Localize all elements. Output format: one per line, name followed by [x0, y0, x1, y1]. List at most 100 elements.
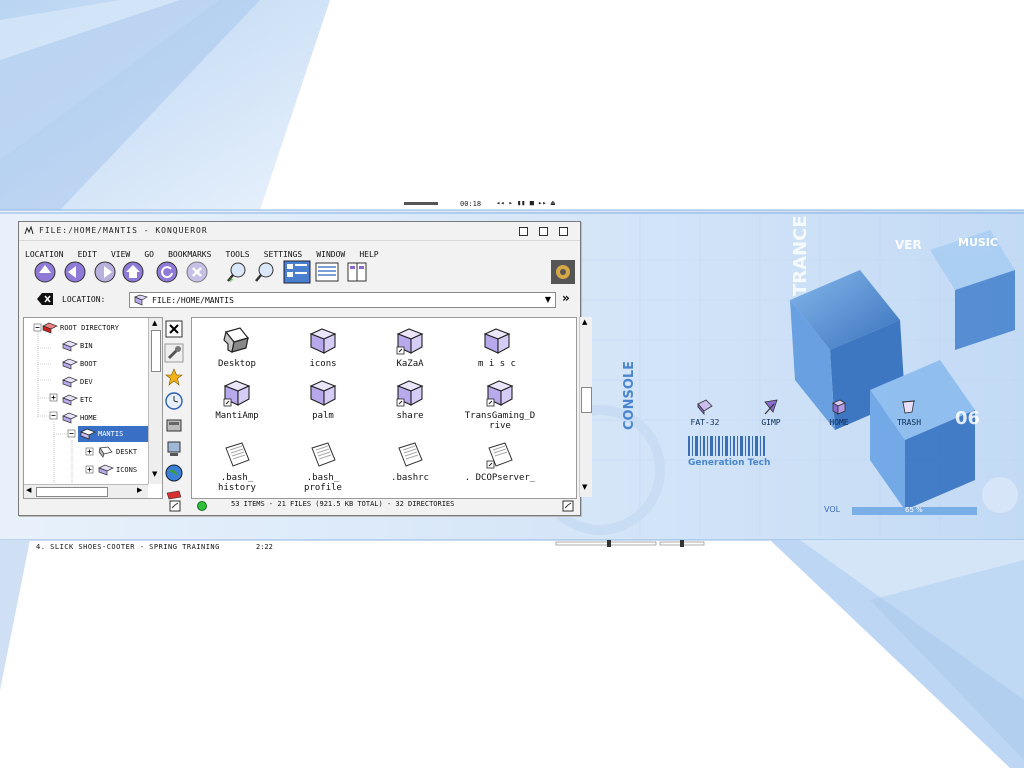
detail-view-icon[interactable]	[315, 260, 343, 284]
text-file-icon	[311, 442, 336, 467]
file-item-label: icons	[309, 359, 337, 369]
wrench-icon[interactable]	[164, 343, 184, 363]
folder-link-icon	[223, 380, 251, 407]
tree-lines	[33, 323, 94, 498]
bookmarks-star-icon[interactable]	[164, 367, 184, 387]
volume-value: 65 %	[905, 506, 923, 514]
folder-icon	[98, 464, 114, 476]
wallpaper-word-trance: TRANCE	[790, 215, 811, 296]
desktop-icon-trash[interactable]: TRASH	[871, 398, 947, 427]
folder-open-icon	[80, 428, 96, 440]
tree-horizontal-scrollbar[interactable]: ◀ ▶	[24, 484, 148, 498]
icon-view-icon[interactable]	[283, 260, 311, 284]
folder-icon	[134, 294, 148, 306]
devices-icon[interactable]	[164, 415, 184, 435]
drive-icon	[697, 399, 713, 416]
globe-icon[interactable]	[164, 463, 184, 483]
network-icon[interactable]	[164, 439, 184, 459]
resize-grip-icon[interactable]	[562, 500, 574, 512]
file-item-transgaming[interactable]: TransGaming_Drive	[454, 378, 546, 431]
window-titlebar[interactable]: FILE:/HOME/MANTIS - KONQUEROR	[19, 222, 580, 241]
scroll-left-arrow[interactable]: ◀	[26, 486, 31, 494]
text-file-icon	[398, 442, 423, 467]
file-item-misc[interactable]: m i s c	[454, 326, 540, 369]
file-item-label: KaZaA	[396, 359, 424, 369]
zoom-out-icon[interactable]	[253, 260, 277, 284]
scroll-thumb[interactable]	[36, 487, 108, 497]
wallpaper-word-ver: VER	[895, 238, 922, 252]
scroll-right-arrow[interactable]: ▶	[137, 486, 142, 494]
menubar: LOCATION EDIT VIEW GO BOOKMARKS TOOLS SE…	[25, 242, 388, 259]
view-vertical-scrollbar[interactable]: ▲ ▼	[579, 317, 592, 497]
zoom-in-icon[interactable]: +	[225, 260, 249, 284]
status-bar: 53 ITEMS - 21 FILES (921.5 KB TOTAL) - 3…	[19, 498, 580, 514]
scroll-up-arrow[interactable]: ▲	[582, 318, 587, 326]
desktop-icon-label: FAT-32	[690, 418, 720, 427]
directory-tree[interactable]: ROOT DIRECTORY BIN BOOT DEV ETC HOME MAN…	[23, 317, 163, 499]
now-playing-track: 4. SLICK SHOES-COOTER - SPRING TRAINING	[36, 543, 220, 551]
konqueror-window[interactable]: FILE:/HOME/MANTIS - KONQUEROR LOCATION E…	[18, 221, 592, 516]
player-controls[interactable]: ◂◂ ▸ ▮▮ ■ ▸▸ ⏏	[496, 199, 555, 207]
root-folder-icon	[42, 322, 58, 334]
maximize-button[interactable]	[539, 227, 548, 236]
close-button[interactable]	[559, 227, 568, 236]
file-item-label: .bashrc	[391, 473, 429, 483]
folder-link-icon	[486, 380, 514, 407]
scroll-up-arrow[interactable]: ▲	[152, 319, 157, 327]
wallpaper-word-music: MUSIC	[958, 236, 998, 249]
volume-label: VOL	[824, 505, 841, 514]
file-item-mantiamp[interactable]: MantiAmp	[194, 378, 280, 421]
scroll-down-arrow[interactable]: ▼	[152, 470, 157, 478]
file-item-label: . DCOPserver_	[464, 473, 536, 483]
window-menu-icon[interactable]	[24, 226, 34, 235]
history-clock-icon[interactable]	[164, 391, 184, 411]
file-item-share[interactable]: share	[367, 378, 453, 421]
text-file-icon	[225, 442, 250, 467]
forward-icon[interactable]	[93, 260, 117, 284]
home-icon[interactable]	[121, 260, 145, 284]
scroll-thumb[interactable]	[151, 330, 161, 372]
folder-icon	[62, 358, 78, 370]
folder-icon	[62, 340, 78, 352]
file-item-kazaa[interactable]: KaZaA	[367, 326, 453, 369]
file-icon-view[interactable]: Desktop icons KaZaA m i s c MantiAmp pal…	[191, 317, 577, 499]
desktop-icon-home[interactable]: HOME	[801, 398, 877, 427]
desktop-icon-fat32[interactable]: FAT-32	[667, 398, 743, 427]
status-text: 53 ITEMS - 21 FILES (921.5 KB TOTAL) - 3…	[231, 500, 455, 508]
folder-link-icon	[396, 328, 424, 355]
tree-item-label: HOME	[80, 414, 97, 422]
svg-text:+: +	[228, 276, 234, 284]
tree-item-label: MANTIS	[98, 430, 124, 438]
location-input[interactable]: FILE:/HOME/MANTIS ▼	[129, 292, 556, 308]
up-icon[interactable]	[33, 260, 57, 284]
close-sidebar-icon[interactable]	[164, 319, 184, 339]
folder-icon	[483, 328, 511, 354]
tree-item-mantis[interactable]: MANTIS	[78, 426, 148, 442]
file-item-desktop[interactable]: Desktop	[194, 326, 280, 369]
tree-item-label: BIN	[80, 342, 93, 350]
reload-icon[interactable]	[155, 260, 179, 284]
tree-item-label: BOOT	[80, 360, 97, 368]
file-item-dcopserver[interactable]: . DCOPserver_	[454, 440, 546, 483]
location-dropdown-arrow[interactable]: ▼	[545, 295, 551, 304]
file-item-bash-history[interactable]: .bash_ history	[194, 440, 280, 493]
more-toolbar-chevron[interactable]: »	[562, 291, 570, 305]
file-item-label: .bash_ profile	[304, 473, 342, 493]
gear-icon[interactable]	[551, 260, 575, 284]
tree-vertical-scrollbar[interactable]: ▲ ▼	[148, 318, 162, 484]
scroll-thumb[interactable]	[581, 387, 592, 413]
link-view-icon[interactable]	[169, 500, 181, 512]
file-item-bash-profile[interactable]: .bash_ profile	[280, 440, 366, 493]
minimize-button[interactable]	[519, 227, 528, 236]
file-item-icons[interactable]: icons	[280, 326, 366, 369]
clear-location-icon[interactable]	[37, 292, 53, 306]
scroll-down-arrow[interactable]: ▼	[582, 483, 587, 491]
file-item-palm[interactable]: palm	[280, 378, 366, 421]
folder-icon	[309, 328, 337, 354]
back-icon[interactable]	[63, 260, 87, 284]
split-view-icon[interactable]	[345, 260, 373, 284]
file-item-bashrc[interactable]: .bashrc	[367, 440, 453, 483]
text-file-icon	[486, 442, 513, 469]
desktop-icon-gimp[interactable]: GIMP	[733, 398, 809, 427]
stop-icon[interactable]	[185, 260, 209, 284]
